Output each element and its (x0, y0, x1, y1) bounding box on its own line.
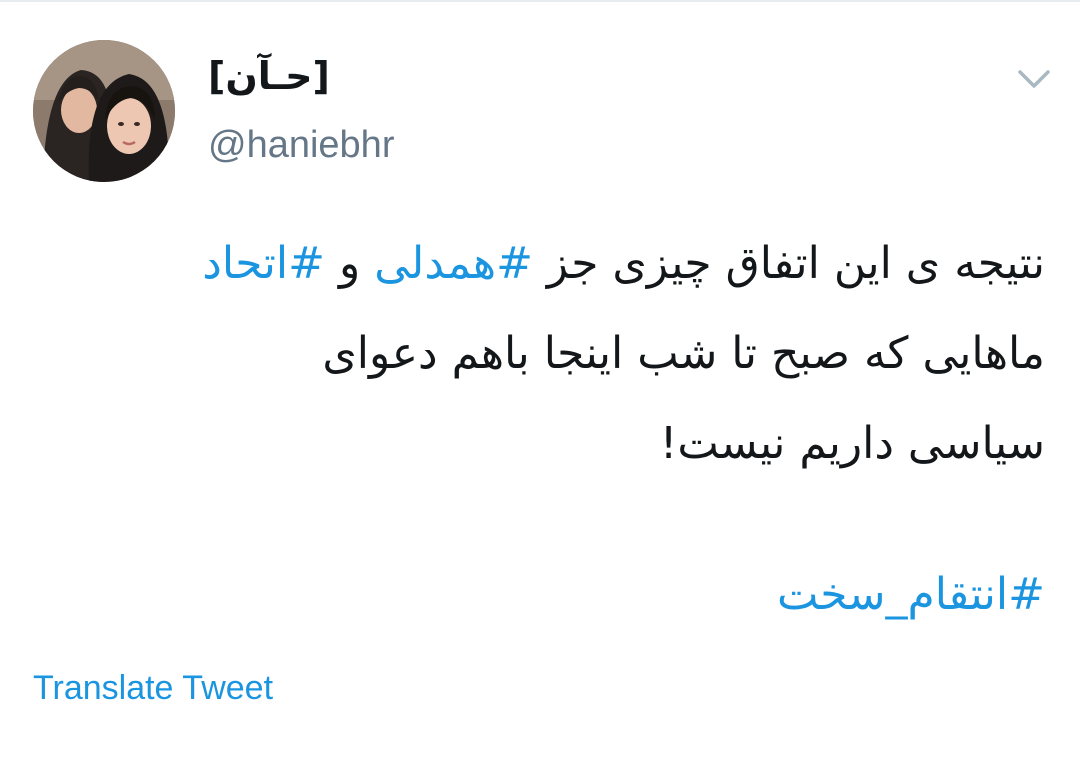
tweet-hashtag-line: #انتقام_سخت (777, 555, 1045, 635)
hashtag-link[interactable]: #همدلی (374, 238, 533, 289)
tweet-text: نتیجه ی این اتفاق چیزی جز #همدلی و #اتحا… (35, 219, 1045, 489)
tweet-text-line-1: نتیجه ی این اتفاق چیزی جز #همدلی و #اتحا… (35, 219, 1045, 309)
tweet-text-segment: نتیجه ی این اتفاق چیزی جز (532, 238, 1045, 289)
tweet-text-line-3: سیاسی داریم نیست! (659, 418, 1045, 469)
tweet-card: [حـآن] @haniebhr نتیجه ی این اتفاق چیزی … (0, 0, 1080, 769)
avatar[interactable] (33, 40, 175, 182)
tweet-text-line-2: ماهایی که صبح تا شب اینجا باهم دعوای (322, 328, 1045, 379)
author-handle[interactable]: @haniebhr (208, 124, 394, 167)
translate-tweet-link[interactable]: Translate Tweet (33, 669, 273, 708)
hashtag-link[interactable]: #اتحاد (202, 238, 325, 289)
chevron-down-icon[interactable] (1014, 64, 1054, 96)
author-display-name[interactable]: [حـآن] (208, 54, 330, 98)
avatar-photo-icon (33, 40, 175, 182)
tweet-text-segment: و (325, 238, 375, 289)
hashtag-link[interactable]: #انتقام_سخت (777, 569, 1045, 620)
